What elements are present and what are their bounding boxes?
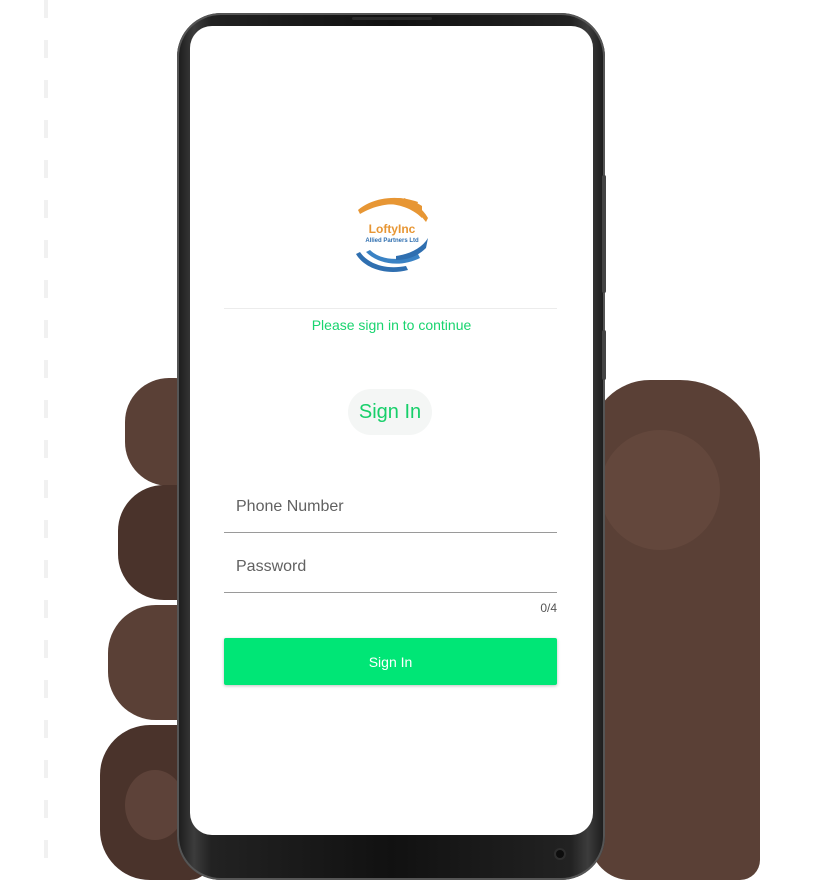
logo-subtitle: Allied Partners Ltd [365, 238, 419, 244]
phone-volume-button [602, 175, 606, 293]
sign-in-prompt: Please sign in to continue [311, 317, 472, 333]
phone-earpiece [352, 17, 432, 20]
phone-number-field[interactable] [224, 488, 557, 533]
sign-in-button[interactable]: Sign In [224, 638, 557, 685]
sign-in-heading: Sign In [348, 389, 432, 435]
loftyinc-logo: LoftyInc Allied Partners Ltd [352, 194, 432, 276]
logo-title: LoftyInc [368, 222, 416, 236]
phone-screen: LoftyInc Allied Partners Ltd Please sign… [190, 26, 593, 835]
password-length-counter: 0/4 [540, 601, 557, 615]
phone-number-input[interactable] [236, 498, 551, 516]
phone-camera-icon [556, 850, 564, 858]
phone-power-button [602, 330, 606, 380]
divider [224, 308, 557, 309]
password-field[interactable] [224, 548, 557, 593]
password-input[interactable] [236, 558, 551, 576]
